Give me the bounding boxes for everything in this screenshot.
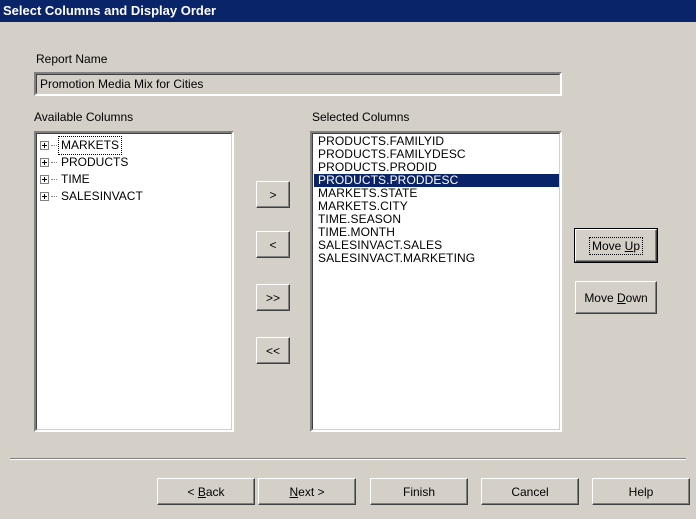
tree-node-label[interactable]: SALESINVACT [59, 188, 145, 205]
label-part: ext > [298, 484, 325, 499]
expand-plus-icon[interactable] [40, 141, 49, 150]
footer-separator [10, 458, 686, 460]
back-button[interactable]: < Back [157, 478, 255, 505]
cancel-button[interactable]: Cancel [481, 478, 579, 505]
dialog-title: Select Columns and Display Order [0, 0, 696, 22]
tree-node-markets[interactable]: MARKETS [40, 136, 232, 155]
move-up-label: Move Up [588, 236, 644, 255]
tree-node-label[interactable]: PRODUCTS [59, 154, 130, 171]
tree-connector [51, 145, 57, 146]
remove-all-columns-button[interactable]: << [256, 337, 290, 364]
label-part: ack [205, 484, 225, 499]
tree-node-time[interactable]: TIME [40, 171, 232, 188]
tree-node-label[interactable]: TIME [59, 171, 92, 188]
accelerator-key: N [289, 484, 299, 499]
label-part: own [625, 290, 648, 305]
remove-column-button[interactable]: < [256, 231, 290, 258]
finish-button[interactable]: Finish [370, 478, 468, 505]
selected-columns-label: Selected Columns [312, 110, 410, 124]
label-part: p [633, 238, 641, 253]
available-columns-tree[interactable]: MARKETS PRODUCTS TIME SALESINVACT [34, 131, 234, 432]
accelerator-key: D [617, 290, 626, 305]
label-part: Move [591, 238, 625, 253]
move-down-button[interactable]: Move Down [575, 281, 657, 314]
expand-plus-icon[interactable] [40, 192, 49, 201]
report-name-field[interactable]: Promotion Media Mix for Cities [34, 72, 562, 96]
available-columns-label: Available Columns [34, 110, 134, 124]
help-button[interactable]: Help [592, 478, 690, 505]
label-part: < [187, 484, 198, 499]
selected-columns-list[interactable]: PRODUCTS.FAMILYID PRODUCTS.FAMILYDESC PR… [310, 131, 562, 432]
tree-node-products[interactable]: PRODUCTS [40, 154, 232, 171]
add-column-button[interactable]: > [256, 181, 290, 208]
tree-connector [51, 196, 57, 197]
add-all-columns-button[interactable]: >> [256, 284, 290, 311]
tree-node-label[interactable]: MARKETS [57, 136, 123, 155]
next-button[interactable]: Next > [258, 478, 356, 505]
expand-plus-icon[interactable] [40, 158, 49, 167]
expand-plus-icon[interactable] [40, 175, 49, 184]
tree-connector [51, 179, 57, 180]
tree-connector [51, 162, 57, 163]
report-name-label: Report Name [36, 52, 108, 66]
tree-node-salesinvact[interactable]: SALESINVACT [40, 188, 232, 205]
move-up-button[interactable]: Move Up [574, 228, 658, 263]
label-part: Move [584, 290, 617, 305]
list-item[interactable]: SALESINVACT.MARKETING [314, 252, 560, 265]
move-down-label: Move Down [584, 291, 647, 305]
accelerator-key: B [197, 484, 206, 499]
